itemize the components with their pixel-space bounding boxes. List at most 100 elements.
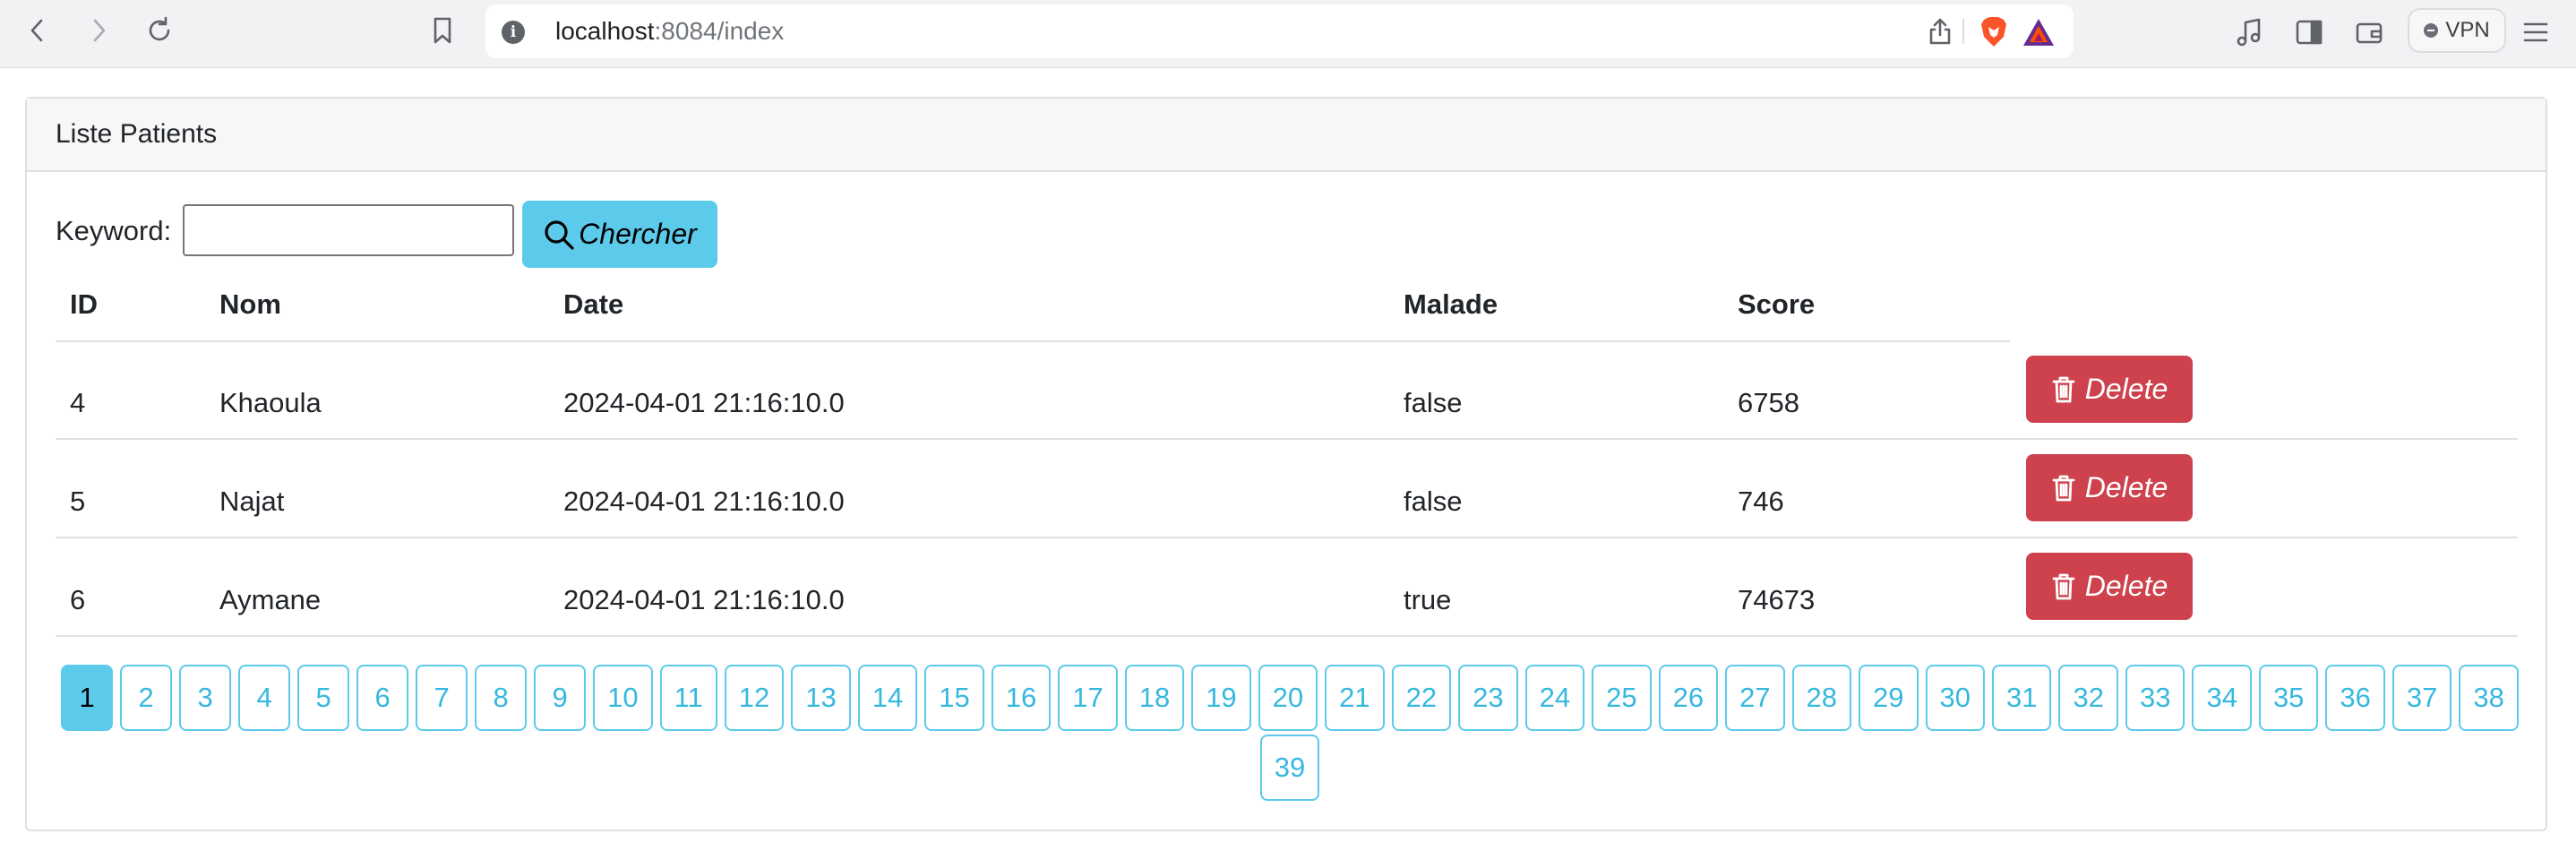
share-button[interactable]: [1927, 17, 1953, 50]
page-button[interactable]: 1: [61, 665, 114, 731]
hamburger-menu-icon: [2523, 22, 2548, 42]
reload-icon: [149, 16, 170, 41]
page-button[interactable]: 8: [475, 665, 528, 731]
page-button[interactable]: 4: [238, 665, 291, 731]
search-button[interactable]: Chercher: [522, 201, 717, 268]
page-button[interactable]: 21: [1325, 665, 1385, 731]
cell-score: 6758: [1738, 387, 1799, 418]
search-button-label: Chercher: [579, 218, 697, 250]
row-divider: [56, 537, 2518, 538]
cell-nom: Khaoula: [219, 387, 322, 418]
page-button[interactable]: 30: [1925, 665, 1985, 731]
page-button[interactable]: 9: [534, 665, 587, 731]
page-button[interactable]: 20: [1258, 665, 1318, 731]
cell-malade: true: [1404, 584, 1452, 615]
sidebar-button[interactable]: [2291, 14, 2327, 50]
forward-button[interactable]: [81, 13, 116, 48]
cell-malade: false: [1404, 387, 1463, 418]
row-divider: [56, 635, 2518, 637]
media-button[interactable]: [2231, 14, 2267, 50]
menu-button[interactable]: [2518, 14, 2554, 50]
vpn-label: VPN: [2445, 18, 2490, 42]
pagination: 1 2 3 4 5 6 7 8 9 10 11 12 13 14 15 16 17 18 19 20 21 22 23 24 2…: [54, 665, 2526, 801]
trash-icon: [2052, 376, 2075, 402]
page-button[interactable]: 36: [2325, 665, 2385, 731]
page-button[interactable]: 16: [991, 665, 1052, 731]
row-divider: [56, 438, 2518, 440]
wallet-button[interactable]: [2351, 14, 2387, 50]
table-header-divider: [56, 340, 2010, 342]
page-button[interactable]: 37: [2391, 665, 2452, 731]
page-button[interactable]: 26: [1658, 665, 1719, 731]
cell-id: 5: [70, 486, 86, 517]
delete-button[interactable]: Delete: [2026, 553, 2193, 620]
delete-button-label: Delete: [2084, 471, 2168, 503]
column-header-malade: Malade: [1404, 288, 1498, 320]
bookmark-icon: [434, 17, 451, 44]
page-button[interactable]: 7: [416, 665, 468, 731]
page-button[interactable]: 12: [724, 665, 785, 731]
cell-score: 746: [1738, 486, 1784, 517]
card-header: Liste Patients: [27, 99, 2546, 172]
url-text[interactable]: localhost:8084/index: [555, 16, 784, 47]
page-button[interactable]: 22: [1391, 665, 1452, 731]
page-button[interactable]: 17: [1058, 665, 1118, 731]
cell-id: 6: [70, 584, 86, 615]
cell-id: 4: [70, 387, 86, 418]
page-button[interactable]: 15: [924, 665, 984, 731]
page-button[interactable]: 31: [1992, 665, 2052, 731]
chevron-left-icon: [30, 19, 43, 42]
page-button[interactable]: 32: [2058, 665, 2118, 731]
page-button[interactable]: 19: [1191, 665, 1251, 731]
vpn-button[interactable]: VPN: [2408, 8, 2506, 53]
card-title: Liste Patients: [56, 119, 218, 149]
page-button[interactable]: 28: [1791, 665, 1852, 731]
column-header-nom: Nom: [219, 288, 281, 320]
share-icon: [1929, 18, 1951, 45]
trash-icon: [2052, 573, 2075, 599]
cell-date: 2024-04-01 21:16:10.0: [563, 387, 845, 418]
page-button[interactable]: 6: [356, 665, 409, 731]
page-button[interactable]: 13: [791, 665, 851, 731]
url-path: :8084/index: [654, 17, 785, 45]
keyword-input[interactable]: [183, 204, 514, 256]
brave-shields-button[interactable]: [1979, 15, 2009, 54]
cell-malade: false: [1404, 486, 1463, 517]
page-button[interactable]: 10: [593, 665, 653, 731]
page-button[interactable]: 3: [179, 665, 232, 731]
cell-date: 2024-04-01 21:16:10.0: [563, 486, 845, 517]
page-button[interactable]: 23: [1458, 665, 1518, 731]
page-button[interactable]: 5: [297, 665, 350, 731]
sidebar-icon: [2296, 20, 2323, 45]
chevron-right-icon: [93, 19, 106, 42]
bat-rewards-icon: [2023, 19, 2054, 46]
page-button[interactable]: 35: [2258, 665, 2319, 731]
search-icon: [545, 219, 574, 250]
address-bar[interactable]: i localhost:8084/index: [485, 4, 2074, 58]
page-button[interactable]: 33: [2125, 665, 2185, 731]
page-button[interactable]: 38: [2459, 665, 2519, 731]
delete-button[interactable]: Delete: [2026, 356, 2193, 423]
page-button[interactable]: 39: [1259, 735, 1320, 801]
page-button[interactable]: 29: [1859, 665, 1919, 731]
page-button[interactable]: 14: [857, 665, 918, 731]
page-button[interactable]: 27: [1725, 665, 1785, 731]
page-button[interactable]: 18: [1124, 665, 1185, 731]
column-header-score: Score: [1738, 288, 1816, 320]
page-button[interactable]: 2: [120, 665, 173, 731]
page-button[interactable]: 24: [1524, 665, 1585, 731]
keyword-label: Keyword:: [56, 215, 172, 246]
back-button[interactable]: [20, 13, 56, 48]
page-button[interactable]: 11: [659, 665, 717, 731]
column-header-id: ID: [70, 288, 98, 320]
vpn-status-icon: [2424, 23, 2439, 38]
reload-button[interactable]: [142, 13, 177, 48]
page-button[interactable]: 25: [1592, 665, 1652, 731]
rewards-button[interactable]: [2022, 17, 2056, 52]
info-icon[interactable]: i: [502, 21, 525, 44]
delete-button-label: Delete: [2084, 373, 2168, 405]
page-button[interactable]: 34: [2192, 665, 2252, 731]
delete-button[interactable]: Delete: [2026, 454, 2193, 521]
bookmark-button[interactable]: [425, 13, 460, 48]
wallet-icon: [2356, 22, 2383, 44]
